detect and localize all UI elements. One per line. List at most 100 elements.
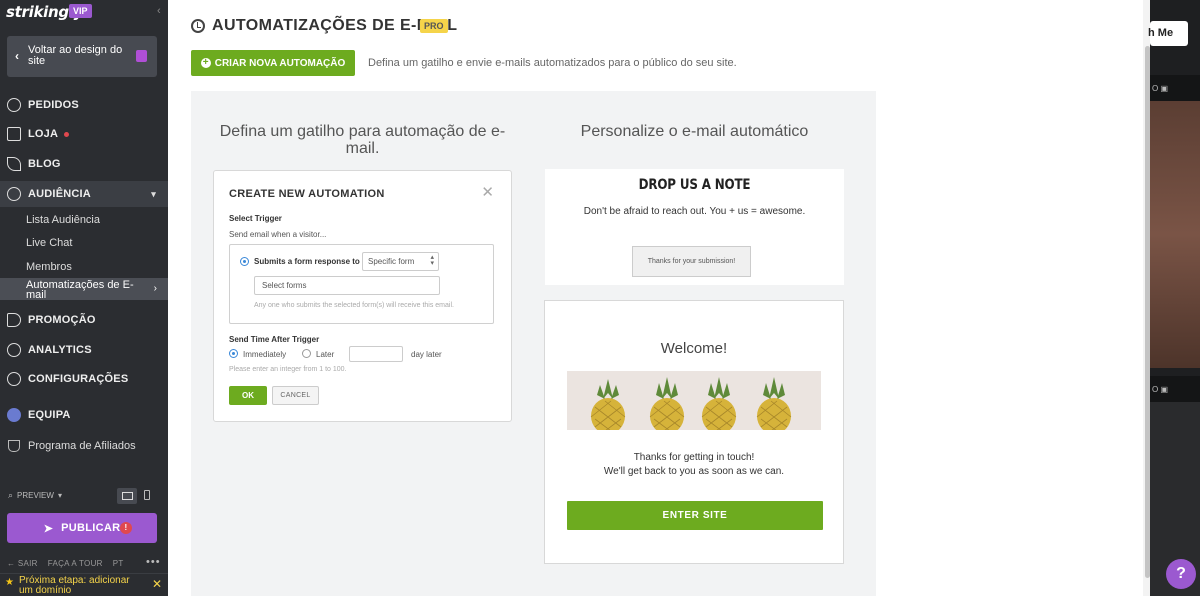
form-type-value: Specific form xyxy=(368,257,415,266)
nav-analytics-label: ANALYTICS xyxy=(28,344,92,356)
card-title: CREATE NEW AUTOMATION xyxy=(229,188,385,200)
automation-editor: Defina um gatilho para automação de e-ma… xyxy=(191,91,876,596)
store-icon xyxy=(7,127,21,141)
form-type-select[interactable]: Specific form ▴ ▾ xyxy=(362,252,439,271)
forms-hint: Any one who submits the selected form(s)… xyxy=(254,302,454,309)
bar-fragment: O xyxy=(1152,84,1159,93)
nav-blog[interactable]: BLOG xyxy=(0,151,168,177)
background-button: h Me xyxy=(1148,21,1188,46)
nav-settings[interactable]: CONFIGURAÇÕES xyxy=(0,366,168,392)
trophy-icon xyxy=(8,440,20,452)
rocket-icon: ➤ xyxy=(43,522,54,535)
team-icon xyxy=(7,408,21,422)
later-radio[interactable] xyxy=(302,349,311,358)
pie-chart-icon xyxy=(7,343,21,357)
next-step-label: Próxima etapa: adicionar um domínio xyxy=(19,575,130,596)
sidebar-item-live-chat[interactable]: Live Chat xyxy=(26,237,72,249)
cancel-button[interactable]: CANCEL xyxy=(272,386,319,405)
sidebar-item-email-automations[interactable]: Automatizações de E-mail › xyxy=(0,278,168,301)
image-icon: ▣ xyxy=(1160,84,1169,93)
vip-badge: VIP xyxy=(69,4,92,18)
sidebar: strikingly VIP ‹ ‹ Voltar ao design do s… xyxy=(0,0,168,596)
mobile-view-icon[interactable] xyxy=(144,490,150,500)
immediately-radio[interactable] xyxy=(229,349,238,358)
form-response-radio[interactable] xyxy=(240,257,249,266)
publish-label: PUBLICAR xyxy=(61,522,121,534)
preview-toggle[interactable]: ⌕ PREVIEW ▾ xyxy=(8,490,62,501)
trigger-options: Submits a form response to Specific form… xyxy=(229,244,494,324)
email-section-title: Personalize o e-mail automático xyxy=(580,123,809,140)
chevron-right-icon: › xyxy=(153,283,157,294)
select-forms-input[interactable]: Select forms xyxy=(254,276,440,295)
sidebar-item-audience-list[interactable]: Lista Audiência xyxy=(26,214,100,226)
more-options-icon[interactable]: ••• xyxy=(146,556,161,568)
megaphone-icon xyxy=(7,313,21,327)
nav-team[interactable]: EQUIPA xyxy=(0,402,168,428)
people-icon xyxy=(7,187,21,201)
pen-icon xyxy=(7,157,21,171)
preview-label: PREVIEW xyxy=(17,491,54,500)
exit-link[interactable]: ← SAIR xyxy=(7,559,38,568)
day-later-label: day later xyxy=(411,350,442,359)
note-subtitle: Don't be afraid to reach out. You + us =… xyxy=(583,206,806,217)
create-automation-button[interactable]: + CRIAR NOVA AUTOMAÇÃO xyxy=(191,50,355,76)
nav-promotion[interactable]: PROMOÇÃO xyxy=(0,307,168,333)
next-step-banner[interactable]: ★ Próxima etapa: adicionar um domínio ✕ xyxy=(0,573,168,596)
page-description: Defina um gatilho e envie e-mails automa… xyxy=(368,57,737,69)
sidebar-item-members[interactable]: Membros xyxy=(26,261,72,273)
later-label: Later xyxy=(316,350,335,359)
caret-down-icon: ▾ xyxy=(57,491,62,500)
nav-team-label: EQUIPA xyxy=(28,409,71,421)
sidebar-footer: ← SAIR FAÇA A TOUR PT xyxy=(7,559,124,568)
pineapple-image xyxy=(567,371,821,430)
help-button[interactable]: ? xyxy=(1166,559,1196,589)
close-icon[interactable]: ✕ xyxy=(152,577,162,591)
immediately-label: Immediately xyxy=(243,350,287,359)
exit-label: SAIR xyxy=(17,559,38,568)
create-automation-card: CREATE NEW AUTOMATION ✕ Select Trigger S… xyxy=(213,170,512,422)
welcome-heading: Welcome! xyxy=(660,340,728,357)
ok-button[interactable]: OK xyxy=(229,386,267,405)
nav-audience[interactable]: AUDIÊNCIA ▾ xyxy=(0,181,168,207)
back-to-design-button[interactable]: ‹ Voltar ao design do site xyxy=(7,36,157,77)
nav-audience-label: AUDIÊNCIA xyxy=(28,188,91,200)
plus-icon: + xyxy=(200,58,211,68)
select-arrows-icon: ▴ ▾ xyxy=(430,254,434,267)
collapse-sidebar-icon[interactable]: ‹ xyxy=(157,5,161,17)
email-automations-label: Automatizações de E-mail xyxy=(26,279,134,301)
desktop-view-icon[interactable] xyxy=(117,488,137,504)
nav-affiliate[interactable]: Programa de Afiliados xyxy=(0,436,136,456)
tour-link[interactable]: FAÇA A TOUR xyxy=(48,559,103,568)
search-icon: ⌕ xyxy=(8,490,14,500)
publish-button[interactable]: ➤ PUBLICAR ! xyxy=(7,513,157,543)
form-preview: DROP US A NOTE Don't be afraid to reach … xyxy=(545,169,844,285)
form-response-label: Submits a form response to xyxy=(254,257,360,266)
trigger-section-title: Defina um gatilho para automação de e-ma… xyxy=(219,123,506,157)
main-panel: AUTOMATIZAÇÕES DE E-MAIL PRO + CRIAR NOV… xyxy=(168,0,1150,596)
nav-analytics[interactable]: ANALYTICS xyxy=(0,337,168,363)
background-section-bar: O ▣ xyxy=(1150,75,1200,101)
warning-icon: ! xyxy=(120,522,132,534)
language-link[interactable]: PT xyxy=(113,559,124,568)
send-time-label: Send Time After Trigger xyxy=(229,335,320,344)
nav-orders[interactable]: PEDIDOS xyxy=(0,92,168,118)
note-title: DROP US A NOTE xyxy=(638,177,751,193)
nav-affiliate-label: Programa de Afiliados xyxy=(28,440,136,452)
days-input[interactable] xyxy=(349,346,403,362)
pineapples-illustration xyxy=(590,377,792,430)
thanks-line: Thanks for getting in touch! xyxy=(633,452,755,463)
email-preview[interactable]: Welcome! Thanks for getting in touch! We… xyxy=(544,300,844,564)
select-trigger-label: Select Trigger xyxy=(229,214,282,223)
nav-orders-label: PEDIDOS xyxy=(28,99,79,111)
nav-store[interactable]: LOJA xyxy=(0,121,168,147)
thanks-message: Thanks for your submission! xyxy=(632,246,751,277)
enter-site-button[interactable]: ENTER SITE xyxy=(567,501,823,530)
bar-fragment-2: O xyxy=(1152,385,1159,394)
chevron-down-icon: ▾ xyxy=(151,189,156,199)
pro-badge: PRO xyxy=(420,19,448,33)
palette-icon xyxy=(136,50,147,62)
nav-promotion-label: PROMOÇÃO xyxy=(28,314,96,326)
nav-store-label: LOJA xyxy=(28,128,59,140)
close-icon[interactable]: ✕ xyxy=(481,183,494,201)
chevron-left-icon: ‹ xyxy=(15,49,19,63)
